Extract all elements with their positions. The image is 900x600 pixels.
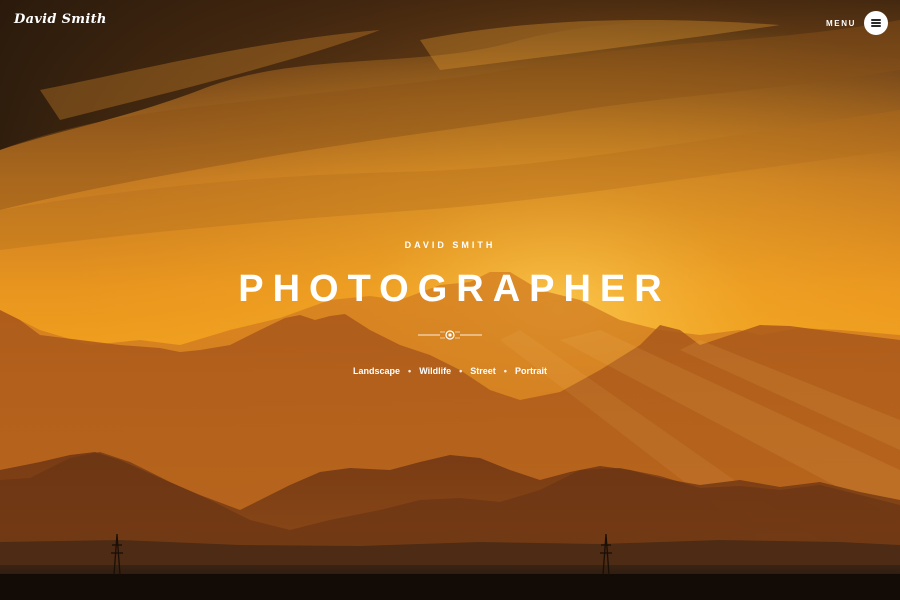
hero-section: David Smith MENU DAVID SMITH PHOTOGRAPHE… [0,0,900,600]
category-separator: • [459,366,463,376]
menu-button[interactable] [864,11,888,35]
menu-label: MENU [826,18,856,28]
category-nav: Landscape • Wildlife • Street • Portrait [0,366,900,376]
category-landscape[interactable]: Landscape [353,366,400,376]
hamburger-icon [871,19,881,27]
category-separator: • [503,366,507,376]
category-wildlife[interactable]: Wildlife [419,366,451,376]
hero-subtitle: DAVID SMITH [404,240,496,250]
category-separator: • [408,366,412,376]
category-street[interactable]: Street [470,366,496,376]
menu-toggle[interactable]: MENU [826,11,888,35]
hero-title: PHOTOGRAPHER [238,268,671,310]
circle-divider-icon [418,330,482,340]
category-portrait[interactable]: Portrait [515,366,547,376]
site-logo[interactable]: David Smith [14,12,107,27]
